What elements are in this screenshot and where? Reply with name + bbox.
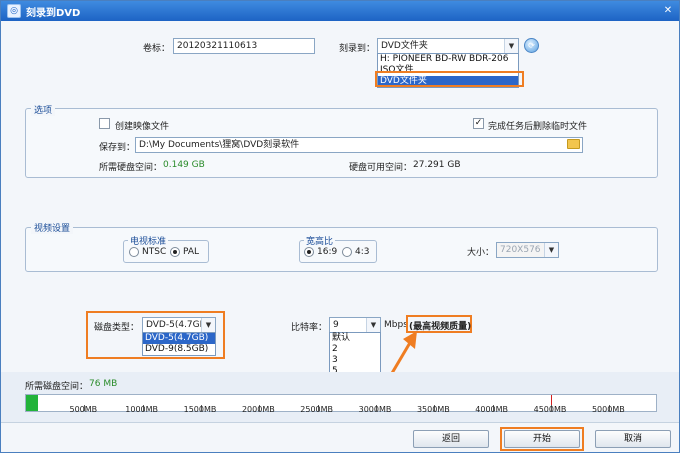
delete-temp-checkbox[interactable]: ✓	[473, 118, 484, 129]
disc-type-dropdown: DVD-5(4.7GB) DVD-9(8.5GB)	[142, 332, 216, 356]
aspect-16-9-label: 16:9	[317, 247, 338, 257]
pal-radio[interactable]	[170, 247, 180, 257]
bitrate-option[interactable]: 3	[330, 355, 380, 366]
chevron-down-icon: ▼	[544, 243, 558, 257]
save-to-label: 保存到：	[99, 143, 136, 153]
aspect-4-3-radio[interactable]	[342, 247, 352, 257]
divider	[1, 422, 679, 423]
video-settings-legend: 视频设置	[31, 221, 74, 234]
burn-to-value: DVD文件夹	[381, 41, 428, 51]
usage-tick-label: 1500MB	[183, 405, 217, 414]
usage-tick-label: 2000MB	[241, 405, 275, 414]
usage-bar-fill	[26, 395, 38, 411]
required-space-label: 所需硬盘空间：	[99, 163, 163, 173]
folder-icon[interactable]	[567, 139, 580, 149]
pal-label: PAL	[183, 247, 200, 257]
aspect-4-3-label: 4:3	[355, 247, 370, 257]
aspect-ratio-legend: 宽高比	[304, 234, 336, 247]
burn-to-option[interactable]: H: PIONEER BD-RW BDR-206	[378, 54, 518, 65]
arrow-head	[403, 331, 417, 349]
usage-tick-label: 1000MB	[125, 405, 159, 414]
delete-temp-label: 完成任务后删除临时文件	[488, 122, 588, 132]
close-icon[interactable]: ✕	[661, 4, 675, 18]
save-to-input[interactable]: D:\My Documents\狸窝\DVD刻录软件	[135, 137, 583, 153]
disc-type-option-selected[interactable]: DVD-5(4.7GB)	[143, 333, 215, 344]
usage-tick-label: 3000MB	[358, 405, 392, 414]
volume-label: 卷标：	[143, 44, 171, 54]
usage-value: 76 MB	[89, 379, 118, 389]
tv-standard-legend: 电视标准	[128, 234, 169, 247]
chevron-down-icon[interactable]: ▼	[504, 39, 518, 53]
usage-tick-label: 500MB	[69, 405, 98, 414]
available-space-value: 27.291 GB	[413, 160, 461, 170]
bitrate-select[interactable]: 9 ▼	[329, 317, 381, 333]
usage-label: 所需磁盘空间：	[25, 382, 89, 392]
disc-type-label: 磁盘类型：	[94, 323, 140, 333]
back-button[interactable]: 返回	[413, 430, 489, 448]
usage-tick-label: 2500MB	[300, 405, 334, 414]
volume-input[interactable]: 20120321110613	[173, 38, 315, 54]
burn-dvd-window: ◎ 刻录到DVD ✕ 卷标： 20120321110613 刻录到： DVD文件…	[0, 0, 680, 453]
aspect-16-9-radio[interactable]	[304, 247, 314, 257]
burn-to-label: 刻录到：	[339, 44, 376, 54]
size-label: 大小：	[467, 248, 495, 258]
usage-tick-label: 4000MB	[475, 405, 509, 414]
refresh-icon[interactable]: ⟳	[524, 38, 539, 53]
usage-tick-label: 5000MB	[591, 405, 625, 414]
ntsc-radio[interactable]	[129, 247, 139, 257]
window-title: 刻录到DVD	[26, 8, 81, 19]
size-value: 720X576	[500, 245, 541, 255]
ntsc-label: NTSC	[142, 247, 167, 257]
create-image-checkbox[interactable]	[99, 118, 110, 129]
bitrate-value: 9	[333, 320, 339, 330]
options-legend: 选项	[31, 103, 56, 116]
bitrate-label: 比特率：	[291, 323, 328, 333]
disc-icon: ◎	[7, 4, 21, 18]
start-button[interactable]: 开始	[504, 430, 580, 448]
highlight-box	[375, 71, 524, 87]
required-space-value: 0.149 GB	[163, 160, 205, 170]
usage-tick-label: 3500MB	[416, 405, 450, 414]
create-image-label: 创建映像文件	[115, 122, 170, 132]
bitrate-option[interactable]: 2	[330, 344, 380, 355]
usage-tick-label: 4500MB	[533, 405, 567, 414]
chevron-down-icon[interactable]: ▼	[366, 318, 380, 332]
burn-to-select[interactable]: DVD文件夹 ▼	[377, 38, 519, 54]
disc-type-select[interactable]: DVD-5(4.7GB) ▼	[142, 317, 216, 333]
chevron-down-icon[interactable]: ▼	[201, 318, 215, 332]
disc-type-value: DVD-5(4.7GB)	[146, 320, 210, 330]
size-select: 720X576 ▼	[496, 242, 559, 258]
title-bar[interactable]: ◎ 刻录到DVD ✕	[1, 1, 679, 21]
cancel-button[interactable]: 取消	[595, 430, 671, 448]
bitrate-option[interactable]: 默认	[330, 333, 380, 344]
available-space-label: 硬盘可用空间：	[349, 163, 413, 173]
disc-type-option[interactable]: DVD-9(8.5GB)	[143, 344, 215, 355]
